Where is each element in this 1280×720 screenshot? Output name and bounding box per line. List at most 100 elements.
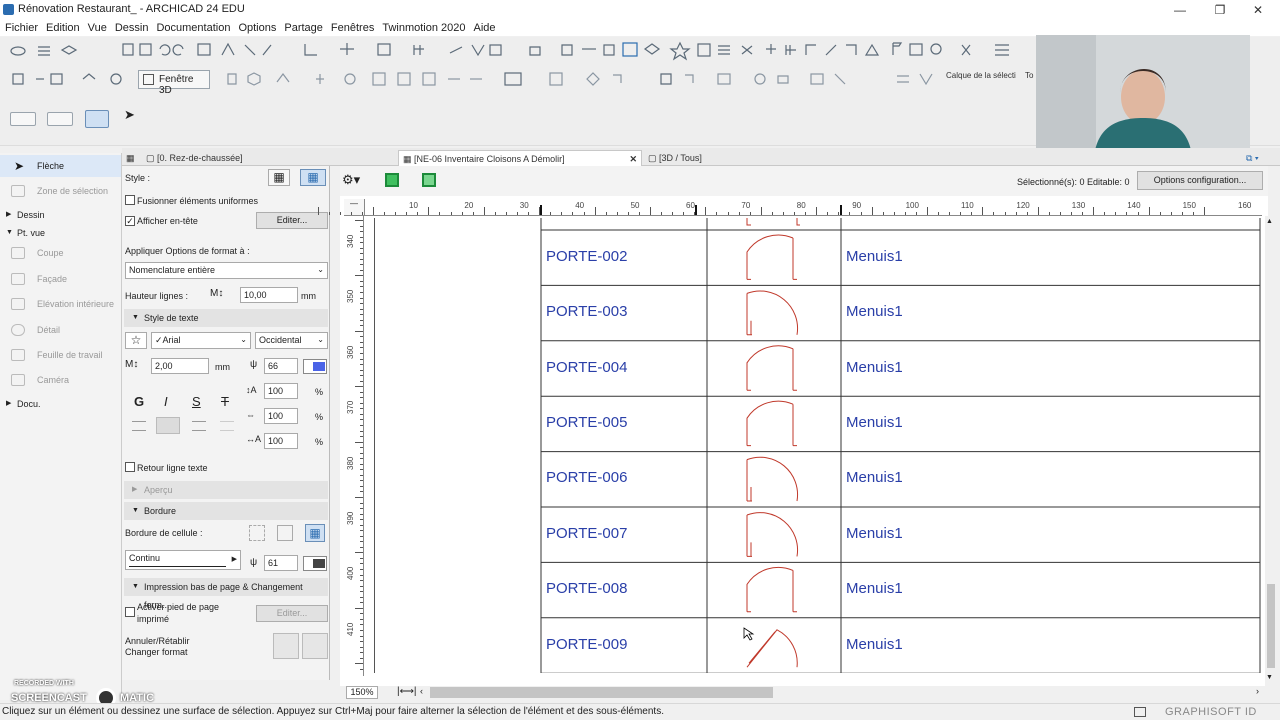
style-grid-plain-icon[interactable]: ▦ [268, 169, 290, 186]
fenetre-3d-button[interactable]: Fenêtre 3D [138, 70, 210, 96]
schedule-cell-material[interactable]: Menuis1 [846, 303, 903, 320]
zoom-field[interactable]: 150% [346, 686, 378, 699]
schedule-cell-material[interactable]: Menuis1 [846, 469, 903, 486]
graphisoft-id[interactable]: GRAPHISOFT ID [1165, 706, 1257, 718]
toolbar-icons-row1[interactable] [0, 37, 1036, 62]
spacing-field-3[interactable]: 100 [264, 433, 298, 449]
border-pen-swatch[interactable] [303, 556, 327, 571]
tool-coupe[interactable]: Coupe [0, 242, 121, 264]
scroll-left-icon[interactable]: ‹ [420, 686, 423, 696]
tool-detail[interactable]: Détail [0, 319, 121, 341]
restore-button[interactable]: ❐ [1200, 1, 1240, 19]
preview-section[interactable]: ▶ Aperçu [124, 481, 328, 499]
tab-3d[interactable]: ▢ [3D / Tous] [648, 150, 848, 166]
fit-width-icon[interactable]: |⟷| [397, 686, 417, 697]
schedule-cell-material[interactable]: Menuis1 [846, 525, 903, 542]
options-config-button[interactable]: Options configuration... [1137, 171, 1263, 190]
menu-options[interactable]: Options [234, 20, 280, 36]
row-height-field[interactable]: 10,00 [240, 287, 298, 303]
border-pen-field[interactable]: 61 [264, 555, 298, 571]
schedule-cell-material[interactable]: Menuis1 [846, 248, 903, 265]
menu-partage[interactable]: Partage [280, 20, 327, 36]
tool-facade[interactable]: Façade [0, 268, 121, 290]
align-center-icon[interactable] [156, 417, 180, 434]
schedule-cell-material[interactable]: Menuis1 [846, 414, 903, 431]
align-right-icon[interactable] [192, 421, 206, 431]
strikethrough-button[interactable]: T [221, 394, 229, 409]
text-pen-field[interactable]: 66 [264, 358, 298, 374]
font-size-field[interactable]: 2,00 [151, 358, 209, 374]
text-style-section[interactable]: ▼ Style de texte [124, 309, 328, 327]
toolbar-icons-row2-right[interactable] [215, 62, 951, 96]
tool-feuille-travail[interactable]: Feuille de travail [0, 344, 121, 366]
toolbox-group-dessin[interactable]: ▶ Dessin [0, 206, 121, 224]
menu-dessin[interactable]: Dessin [111, 20, 153, 36]
tab-close-icon[interactable]: ✕ [629, 151, 637, 167]
settings-gear-icon[interactable]: ⚙▾ [342, 172, 360, 188]
ruler-h-column-marker[interactable] [840, 205, 842, 215]
favorite-style-icon[interactable]: ☆ [125, 332, 147, 349]
merge-checkbox[interactable] [125, 195, 135, 205]
header-checkbox[interactable]: ✓ [125, 216, 135, 226]
rotate-selection-icon[interactable] [85, 110, 109, 128]
tool-elevation-interieure[interactable]: Elévation intérieure [0, 293, 121, 315]
schedule-cell-id[interactable]: PORTE-007 [546, 525, 627, 542]
style-grid-full-icon[interactable]: ▦ [300, 169, 326, 186]
arrow-pointer-icon[interactable]: ➤ [124, 107, 135, 123]
scroll-up-icon[interactable]: ▲ [1266, 218, 1273, 225]
ruler-h-column-marker[interactable] [540, 205, 542, 215]
border-outer-icon[interactable] [277, 525, 293, 541]
tool-marquee[interactable]: Zone de sélection [0, 180, 121, 202]
undo-format-icon[interactable] [273, 633, 299, 659]
select-frame-icon[interactable] [385, 173, 399, 187]
scroll-down-icon[interactable]: ▼ [1266, 674, 1273, 681]
apply-format-select[interactable]: Nomenclature entière ⌄ [125, 262, 328, 279]
tab-schedule[interactable]: ▦ [NE-06 Inventaire Cloisons A Démolir] … [398, 150, 642, 166]
schedule-cell-id[interactable]: PORTE-005 [546, 414, 627, 431]
border-none-icon[interactable] [249, 525, 265, 541]
toolbox-group-docu[interactable]: ▶ Docu. [0, 395, 121, 413]
schedule-cell-material[interactable]: Menuis1 [846, 359, 903, 376]
unselect-frame-icon[interactable] [422, 173, 436, 187]
bold-button[interactable]: G [134, 394, 144, 409]
scroll-right-icon[interactable]: › [1256, 686, 1259, 696]
pen-color-swatch[interactable] [303, 359, 327, 374]
align-justify-icon[interactable] [220, 421, 234, 431]
menu-fenetres[interactable]: Fenêtres [327, 20, 378, 36]
toolbox-group-ptvue[interactable]: ▼ Pt. vue [0, 224, 121, 242]
line-type-select[interactable]: Continu ▶ [125, 550, 241, 570]
minimize-button[interactable]: — [1160, 1, 1200, 19]
border-all-icon[interactable]: ▦ [305, 524, 325, 542]
selection-method-icon[interactable] [10, 112, 36, 126]
menu-edition[interactable]: Edition [42, 20, 84, 36]
tool-camera[interactable]: Caméra [0, 369, 121, 391]
monitor-icon[interactable] [1134, 707, 1146, 717]
tab-floor-plan[interactable]: ▢ [0. Rez-de-chaussée] [146, 150, 406, 166]
schedule-cell-id[interactable]: PORTE-006 [546, 469, 627, 486]
schedule-cell-material[interactable]: Menuis1 [846, 636, 903, 653]
schedule-cell-material[interactable]: Menuis1 [846, 580, 903, 597]
marquee-method-icon[interactable] [47, 112, 73, 126]
tool-arrow[interactable]: ➤ Flèche [0, 155, 121, 177]
vertical-scroll-thumb[interactable] [1267, 584, 1275, 668]
footer-section[interactable]: ▼ Impression bas de page & Changement fo… [124, 578, 328, 610]
menu-twinmotion[interactable]: Twinmotion 2020 [378, 20, 469, 36]
wrap-text-checkbox[interactable] [125, 462, 135, 472]
spacing-field-2[interactable]: 100 [264, 408, 298, 424]
schedule-cell-id[interactable]: PORTE-002 [546, 248, 627, 265]
border-section[interactable]: ▼ Bordure [124, 502, 328, 520]
horizontal-scroll-thumb[interactable] [430, 687, 773, 698]
script-select[interactable]: Occidental ⌄ [255, 332, 328, 349]
spacing-field-1[interactable]: 100 [264, 383, 298, 399]
menu-documentation[interactable]: Documentation [152, 20, 234, 36]
close-window-button[interactable]: ✕ [1238, 1, 1278, 19]
tab-overflow-icon[interactable]: ⧉ ▾ [1246, 150, 1259, 166]
menu-vue[interactable]: Vue [84, 20, 111, 36]
font-select[interactable]: ✓Arial ⌄ [151, 332, 251, 349]
footer-checkbox[interactable] [125, 607, 135, 617]
align-left-icon[interactable] [132, 421, 146, 431]
underline-button[interactable]: S [192, 394, 201, 409]
layer-selector-label[interactable]: Calque de la sélecti [946, 71, 1016, 80]
footer-edit-button[interactable]: Editer... [256, 605, 328, 622]
redo-format-icon[interactable] [302, 633, 328, 659]
